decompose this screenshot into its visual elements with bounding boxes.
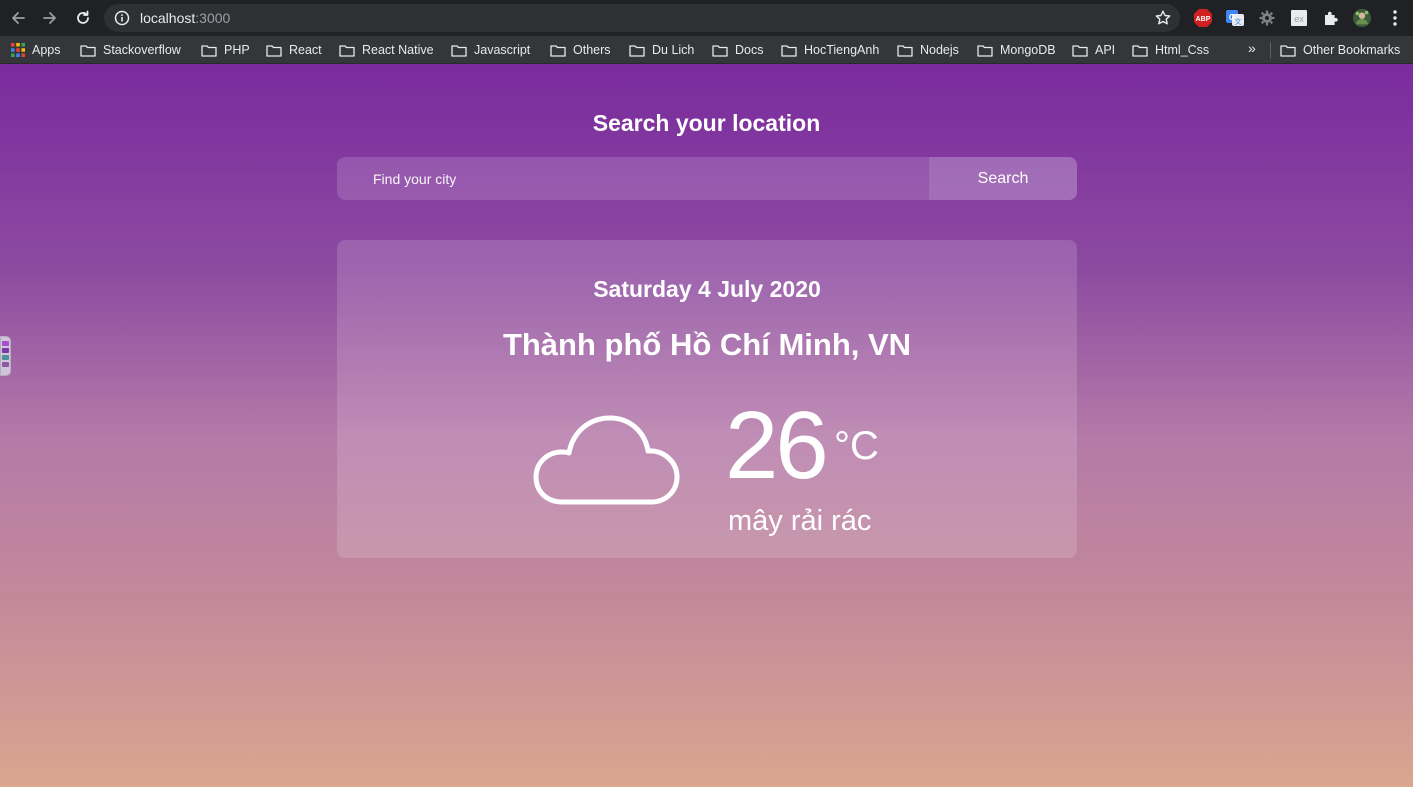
url-host: localhost [140, 10, 196, 26]
svg-text:ex: ex [1294, 14, 1304, 24]
bookmark-folder-php[interactable]: PHP [201, 36, 250, 64]
weather-date: Saturday 4 July 2020 [593, 276, 821, 302]
bookmark-folder-others[interactable]: Others [550, 36, 611, 64]
bookmark-label: API [1095, 43, 1116, 57]
bookmark-label: Others [573, 43, 611, 57]
bookmark-folder-api[interactable]: API [1072, 36, 1115, 64]
bookmark-folder-javascript[interactable]: Javascript [451, 36, 530, 64]
folder-icon [339, 44, 355, 57]
bookmark-label: Other Bookmarks [1303, 43, 1401, 57]
bookmark-apps[interactable]: Apps [11, 36, 61, 64]
url-port: :3000 [195, 10, 231, 26]
google-translate-icon[interactable]: G文 [1225, 8, 1245, 28]
bookmark-star-icon[interactable] [1154, 9, 1172, 27]
folder-icon [712, 44, 728, 57]
forward-arrow-icon[interactable] [38, 6, 62, 30]
weather-page: Search your location Search Saturday 4 J… [0, 64, 1413, 787]
bookmark-label: Html_Css [1155, 43, 1210, 57]
bookmark-label: Nodejs [920, 43, 959, 57]
url-text: localhost:3000 [140, 10, 230, 26]
bookmark-folder-react[interactable]: React [266, 36, 322, 64]
bookmarks-overflow-button[interactable]: » [1248, 40, 1256, 56]
profile-avatar-icon[interactable] [1352, 8, 1372, 28]
browser-toolbar: localhost:3000 ABP G文 ex [0, 0, 1413, 36]
bookmark-label: PHP [224, 43, 250, 57]
weather-card: Saturday 4 July 2020 Thành phố Hồ Chí Mi… [337, 240, 1077, 558]
bookmark-label: Stackoverflow [103, 43, 181, 57]
bookmark-apps-label: Apps [32, 43, 61, 57]
weather-condition: mây rải rác [728, 505, 872, 537]
bookmark-folder-hoctienganh[interactable]: HocTiengAnh [781, 36, 879, 64]
folder-icon [781, 44, 797, 57]
search-bar: Search [337, 157, 1077, 200]
bookmark-folder-nodejs[interactable]: Nodejs [897, 36, 959, 64]
bookmark-label: HocTiengAnh [804, 43, 880, 57]
bookmark-label: MongoDB [1000, 43, 1056, 57]
side-extension-tab[interactable] [0, 336, 11, 376]
apps-grid-icon [11, 43, 25, 57]
reload-icon[interactable] [71, 6, 95, 30]
bookmark-label: Javascript [474, 43, 531, 57]
bookmark-folder-html-css[interactable]: Html_Css [1132, 36, 1209, 64]
folder-icon [1072, 44, 1088, 57]
back-arrow-icon[interactable] [6, 6, 30, 30]
gear-extension-icon[interactable] [1257, 8, 1277, 28]
cloud-icon [533, 415, 680, 505]
extensions-puzzle-icon[interactable] [1321, 8, 1341, 28]
bookmarks-bar: Apps Stackoverflow PHP React React Nativ… [0, 36, 1413, 64]
folder-icon [201, 44, 217, 57]
bookmark-label: React Native [362, 43, 434, 57]
city-search-input[interactable] [337, 157, 929, 200]
adblock-plus-icon[interactable]: ABP [1193, 8, 1213, 28]
folder-icon [550, 44, 566, 57]
folder-icon [1280, 44, 1296, 57]
search-title: Search your location [592, 110, 821, 136]
temperature-value: 26 [725, 392, 829, 499]
bookmark-folder-stackoverflow[interactable]: Stackoverflow [80, 36, 181, 64]
ex-extension-icon[interactable]: ex [1289, 8, 1309, 28]
search-button[interactable]: Search [929, 157, 1077, 200]
bookmark-label: Du Lich [652, 43, 695, 57]
bookmark-folder-other-bookmarks[interactable]: Other Bookmarks [1280, 36, 1400, 64]
folder-icon [451, 44, 467, 57]
weather-location: Thành phố Hồ Chí Minh, VN [502, 327, 912, 362]
address-bar[interactable]: localhost:3000 [104, 4, 1180, 32]
menu-kebab-icon[interactable] [1385, 8, 1405, 28]
svg-text:文: 文 [1235, 17, 1242, 26]
bookmark-folder-docs[interactable]: Docs [712, 36, 763, 64]
folder-icon [1132, 44, 1148, 57]
info-icon[interactable] [114, 10, 130, 26]
folder-icon [80, 44, 96, 57]
folder-icon [629, 44, 645, 57]
folder-icon [977, 44, 993, 57]
folder-icon [266, 44, 282, 57]
bookmark-folder-du-lich[interactable]: Du Lich [629, 36, 694, 64]
bookmark-folder-react-native[interactable]: React Native [339, 36, 434, 64]
bookmarks-separator [1270, 42, 1271, 58]
temperature-unit: °C [834, 424, 879, 468]
adblock-label: ABP [1196, 16, 1211, 23]
bookmark-folder-mongodb[interactable]: MongoDB [977, 36, 1056, 64]
folder-icon [897, 44, 913, 57]
bookmark-label: Docs [735, 43, 764, 57]
bookmark-label: React [289, 43, 322, 57]
